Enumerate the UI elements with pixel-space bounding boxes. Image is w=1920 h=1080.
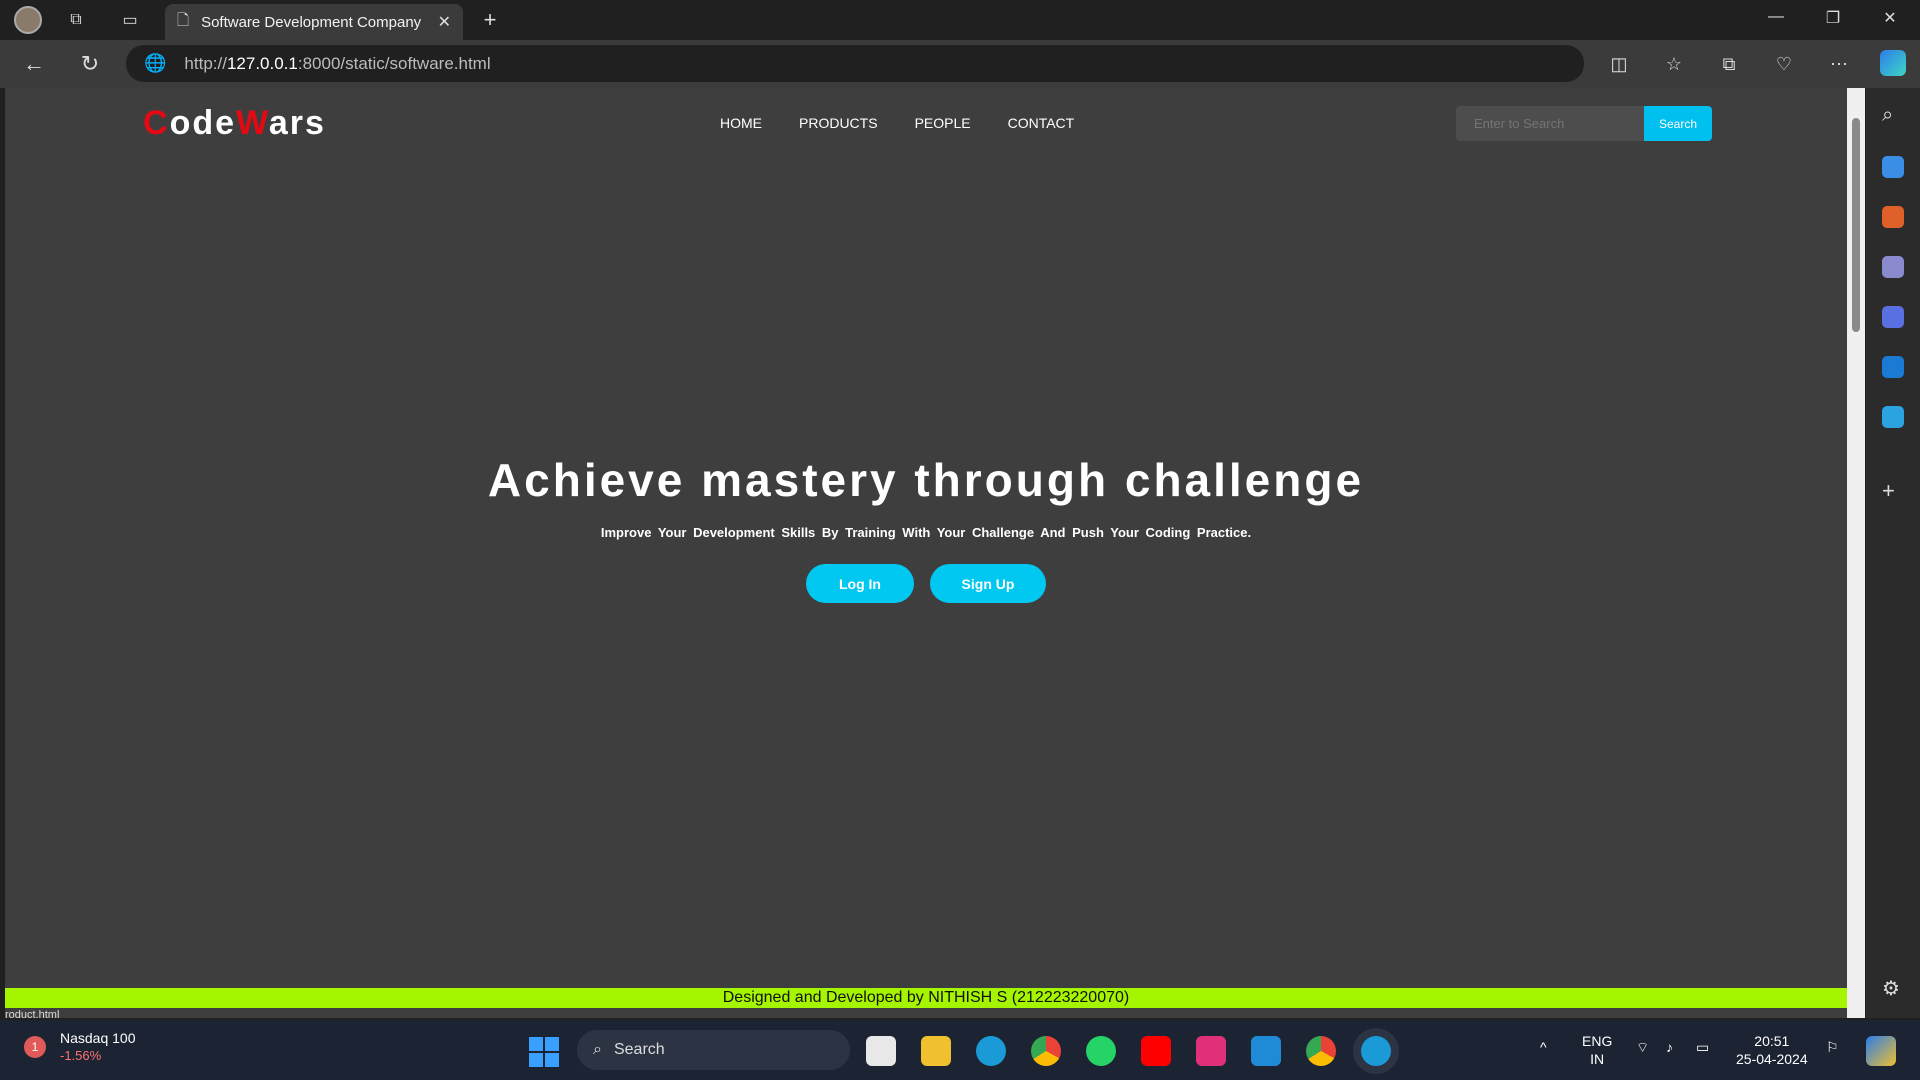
address-toolbar: ← ↻ 🌐 http://127.0.0.1:8000/static/softw… (0, 40, 1920, 88)
footer-credits: Designed and Developed by NITHISH S (212… (5, 988, 1847, 1008)
tab-active[interactable]: 🗋 Software Development Company ✕ (165, 4, 463, 40)
clock-time: 20:51 (1754, 1033, 1790, 1049)
outlook-icon[interactable] (1882, 356, 1904, 378)
whatsapp-icon[interactable] (1086, 1036, 1116, 1066)
stock-widget[interactable]: 1 Nasdaq 100 -1.56% (24, 1030, 136, 1063)
games-icon[interactable] (1882, 256, 1904, 278)
page-icon: 🗋 (177, 11, 190, 29)
workspaces-icon[interactable]: ⧉ (64, 8, 88, 32)
menu-home[interactable]: HOME (720, 115, 762, 131)
copilot-icon[interactable] (1880, 50, 1906, 76)
notification-badge: 1 (24, 1035, 46, 1058)
browser-essentials-icon[interactable]: ♡ (1770, 50, 1798, 78)
battery-icon[interactable]: ▭ (1696, 1038, 1709, 1056)
edge-sidebar: ⌕ + ⚙ (1866, 88, 1920, 1018)
edge-active-icon[interactable] (1361, 1036, 1391, 1066)
settings-icon[interactable]: ⚙ (1882, 976, 1904, 1000)
shopping-icon[interactable] (1882, 156, 1904, 178)
taskbar: 1 Nasdaq 100 -1.56% ⌕ Search ^ ENG IN ⌔ … (0, 1020, 1920, 1080)
language-indicator[interactable]: ENG IN (1582, 1032, 1612, 1068)
profile-avatar[interactable] (14, 6, 42, 34)
youtube-icon[interactable] (1141, 1036, 1171, 1066)
menu-people[interactable]: PEOPLE (915, 115, 971, 131)
signup-button[interactable]: Sign Up (930, 564, 1046, 603)
collections-icon[interactable]: ⧉ (1715, 50, 1743, 78)
taskbar-search-label: Search (613, 1041, 665, 1058)
clock-date: 25-04-2024 (1736, 1051, 1808, 1067)
page-scrollbar[interactable] (1847, 88, 1865, 1018)
search-icon[interactable]: ⌕ (1882, 104, 1904, 126)
favorites-icon[interactable]: ☆ (1660, 50, 1688, 78)
site-search: Search (1456, 106, 1712, 141)
site-header: CodeWars HOME PRODUCTS PEOPLE CONTACT Se… (5, 88, 1847, 158)
vertical-tabs-icon[interactable]: ▭ (118, 8, 142, 32)
add-icon[interactable]: + (1882, 478, 1904, 503)
taskbar-search[interactable]: ⌕ Search (577, 1030, 850, 1070)
send-icon[interactable] (1882, 406, 1904, 428)
hero-section: Achieve mastery through challenge Improv… (5, 453, 1847, 603)
vscode-icon[interactable] (1251, 1036, 1281, 1066)
notifications-icon[interactable]: ⚐ (1826, 1038, 1839, 1056)
refresh-icon[interactable]: ↻ (76, 50, 104, 78)
clock[interactable]: 20:51 25-04-2024 (1736, 1032, 1808, 1068)
main-menu: HOME PRODUCTS PEOPLE CONTACT (720, 115, 1074, 131)
globe-icon: 🌐 (144, 53, 167, 73)
close-tab-icon[interactable]: ✕ (438, 12, 451, 32)
file-explorer-icon[interactable] (921, 1036, 951, 1066)
wifi-icon[interactable]: ⌔ (1636, 1038, 1649, 1056)
search-icon: ⌕ (593, 1041, 602, 1058)
hero-buttons: Log In Sign Up (5, 564, 1847, 603)
minimize-icon[interactable]: — (1756, 8, 1796, 32)
address-bar[interactable]: 🌐 http://127.0.0.1:8000/static/software.… (126, 45, 1584, 82)
windows-start-icon[interactable] (529, 1037, 559, 1067)
menu-contact[interactable]: CONTACT (1008, 115, 1075, 131)
more-icon[interactable]: ⋯ (1825, 50, 1853, 78)
browser-window: ⧉ ▭ 🗋 Software Development Company ✕ + —… (0, 0, 1920, 1080)
new-tab-icon[interactable]: + (478, 7, 502, 32)
microsoft365-icon[interactable] (1882, 306, 1904, 328)
hero-title: Achieve mastery through challenge (487, 454, 1365, 506)
volume-icon[interactable]: ♪ (1666, 1038, 1673, 1056)
tools-icon[interactable] (1882, 206, 1904, 228)
site-logo[interactable]: CodeWars (143, 104, 326, 143)
copilot-taskbar-icon[interactable] (1866, 1036, 1896, 1066)
search-input[interactable] (1456, 106, 1644, 141)
chrome-profile-icon[interactable] (1306, 1036, 1336, 1066)
restore-icon[interactable]: ❐ (1813, 8, 1853, 32)
url-text: http://127.0.0.1:8000/static/software.ht… (184, 53, 491, 73)
stock-change: -1.56% (60, 1048, 102, 1063)
chrome-icon[interactable] (1031, 1036, 1061, 1066)
clipchamp-icon[interactable] (1196, 1036, 1226, 1066)
store-icon[interactable] (866, 1036, 896, 1066)
tab-title: Software Development Company (201, 13, 422, 31)
page-viewport: CodeWars HOME PRODUCTS PEOPLE CONTACT Se… (5, 88, 1847, 1018)
title-bar: ⧉ ▭ 🗋 Software Development Company ✕ + —… (0, 0, 1920, 40)
login-button[interactable]: Log In (806, 564, 914, 603)
hero-subtitle: Improve Your Development Skills By Train… (600, 525, 1252, 540)
split-screen-icon[interactable]: ◫ (1605, 50, 1633, 78)
show-hidden-icons[interactable]: ^ (1540, 1038, 1547, 1056)
stock-name: Nasdaq 100 (60, 1030, 136, 1046)
back-icon[interactable]: ← (20, 50, 48, 78)
close-window-icon[interactable]: ✕ (1870, 8, 1910, 32)
edge-icon[interactable] (976, 1036, 1006, 1066)
search-button[interactable]: Search (1644, 106, 1712, 141)
scroll-thumb[interactable] (1852, 118, 1860, 332)
menu-products[interactable]: PRODUCTS (799, 115, 878, 131)
